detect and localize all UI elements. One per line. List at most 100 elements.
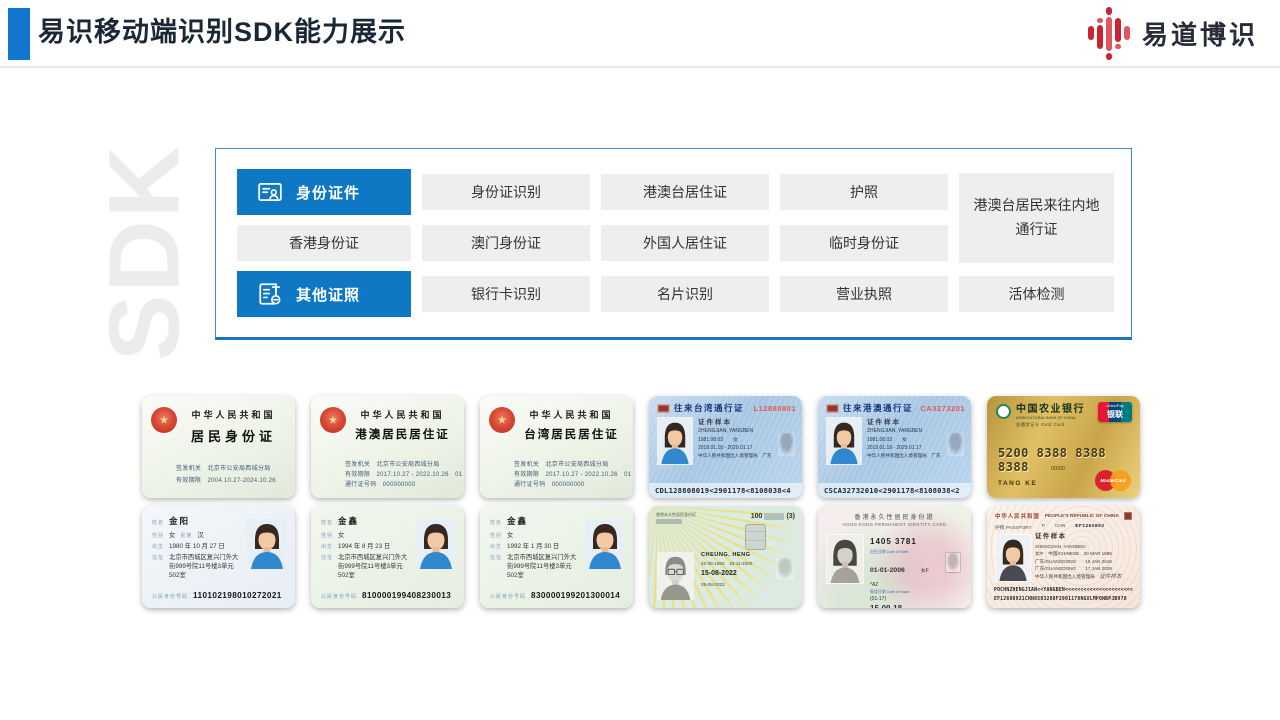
capability-button-temporary-id[interactable]: 临时身份证: [780, 225, 948, 261]
category-button-id-documents[interactable]: 身份证件: [237, 169, 411, 215]
header: 易识移动端识别SDK能力展示 易道博识: [0, 0, 1280, 68]
card-prc-id-back: 姓名金阳 性别女民族汉 出生1980 年 10 月 27 日 住址北京市西城区复…: [142, 506, 295, 608]
permit-logo-icon: [826, 404, 839, 413]
capability-button-foreigner-residence[interactable]: 外国人居住证: [601, 225, 769, 261]
portrait-photo: [657, 417, 693, 465]
card-taiwan-travel-permit: 往来台湾通行证 L12880801 证件样本 ZHENGJIAN, YANGBE…: [649, 396, 802, 498]
card-title: 居民身份证: [178, 426, 289, 445]
brand-logo: 易道博识: [1088, 0, 1258, 66]
passport-band-icon: [1124, 512, 1132, 520]
capability-button-idcard-ocr[interactable]: 身份证识别: [422, 174, 590, 210]
redacted-box: [764, 513, 784, 520]
permit-number: L12880801: [754, 404, 796, 413]
national-emblem-icon: [320, 407, 346, 433]
card-taiwan-residence-front: 中华人民共和国 台湾居民居住证 签发机关 北京市公安局西城分局 有效期限 201…: [480, 396, 633, 498]
passport-doc-row: 护照 PASSPORT P CHN EF1260892: [995, 524, 1132, 531]
mrz-line: CDL128808019<2901178<8108038<4: [649, 483, 802, 498]
portrait-photo: [585, 519, 625, 569]
id-fields: 姓名金阳 性别女民族汉 出生1980 年 10 月 27 日 住址北京市西城区复…: [152, 515, 244, 583]
category-label: 其他证照: [296, 284, 360, 305]
capability-button-macau-id[interactable]: 澳门身份证: [422, 225, 590, 261]
card-taiwan-residence-back: 姓名金鑫 性别女 出生1992 年 1 月 30 日 住址北京市西城区复兴门外大…: [480, 506, 633, 608]
permit-fields: 证件样本 ZHENGJIAN, YANGBEN 1981.08.03 女 201…: [698, 418, 776, 459]
portrait-photo: [826, 417, 862, 465]
bank-name: 中国农业银行: [1016, 404, 1085, 415]
card-hk-new-id: 香港永久性居民身份证 100 (3) CHEUNG, HENG 22-05-19…: [649, 506, 802, 608]
capability-button-hmt-residence-permit[interactable]: 港澳台居住证: [601, 174, 769, 210]
redacted-bar: [656, 519, 682, 524]
capability-button-business-card-ocr[interactable]: 名片识别: [601, 276, 769, 312]
capability-button-hk-id[interactable]: 香港身份证: [237, 225, 411, 261]
mrz-line: CSCA32732010<2901178<8108038<2: [818, 483, 971, 498]
passport-fields: 证件样本 ZHENGJIAN, YANGBEN 女/F 中国/CHINESE 2…: [1035, 532, 1121, 582]
card-country: 中华人民共和国: [178, 408, 289, 421]
capability-button-passport[interactable]: 护照: [780, 174, 948, 210]
permit-number: CA3273201: [920, 404, 965, 413]
cards-row-1: 中华人民共和国 居民身份证 签发机关 北京市公安局西城分局 有效期限 2004.…: [142, 396, 1142, 498]
abc-bank-logo-icon: [996, 404, 1011, 419]
portrait-photo: [995, 534, 1031, 582]
card-title: 港澳居民居住证: [347, 426, 458, 442]
card-prc-passport: 中华人民共和国 PEOPLE'S REPUBLIC OF CHINA 护照 PA…: [987, 506, 1140, 608]
id-fields: 姓名金鑫 性别女 出生1994 年 8 月 23 日 住址北京市西城区复兴门外大…: [321, 515, 413, 583]
smartcard-chip-icon: [745, 524, 766, 550]
card-abc-gold-bank-card: 中国农业银行 AGRICULTURAL BANK OF CHINA 金穗贷记卡 …: [987, 396, 1140, 498]
portrait-photo: [826, 534, 864, 584]
hk-old-id-fields: 1405 3781 出生日期 Date of Birth 01-01-2006 …: [870, 536, 929, 608]
national-emblem-icon: [151, 407, 177, 433]
permit-logo-icon: [657, 404, 670, 413]
ghost-photo: [945, 552, 961, 573]
valid-thru: 00/00: [1051, 466, 1065, 472]
id-number-row: 公民身份号码 830000199201300014: [490, 591, 620, 600]
national-emblem-icon: [489, 407, 515, 433]
title-accent-square: [8, 8, 30, 60]
capability-button-bankcard-ocr[interactable]: 银行卡识别: [422, 276, 590, 312]
certificates-icon: [257, 281, 283, 307]
id-number-row: 公民身份号码 110102198010272021: [152, 591, 282, 600]
card-country: 中华人民共和国: [347, 408, 458, 421]
cards-row-2: 姓名金阳 性别女民族汉 出生1980 年 10 月 27 日 住址北京市西城区复…: [142, 506, 1142, 608]
card-prc-id-front: 中华人民共和国 居民身份证 签发机关 北京市公安局西城分局 有效期限 2004.…: [142, 396, 295, 498]
card-product: 金穗贷记卡 Gold Card: [1016, 422, 1085, 428]
sdk-watermark: SDK: [88, 138, 203, 368]
card-hk-macau-travel-permit: 往来港澳通行证 CA3273201 证件样本 ZHENGJIAN, YANGBE…: [818, 396, 971, 498]
category-label: 身份证件: [296, 182, 360, 203]
ghost-photo: [776, 558, 794, 580]
id-card-icon: [257, 179, 283, 205]
permit-title: 往来台湾通行证: [674, 402, 744, 414]
ghost-photo: [947, 433, 964, 456]
mastercard-logo-icon: MasterCard: [1095, 470, 1131, 491]
hk-id-title: 香港永久性居民身份证: [656, 512, 696, 524]
unionpay-logo-icon: UnionPay 银联: [1098, 402, 1132, 422]
ghost-photo: [778, 433, 795, 456]
id-fields: 姓名金鑫 性别女 出生1992 年 1 月 30 日 住址北京市西城区复兴门外大…: [490, 515, 582, 583]
hk-old-id-header: 香港永久性居民身份證 HONG KONG PERMANENT IDENTITY …: [818, 512, 971, 527]
permit-fields: 证件样本 ZHENGJIAN, YANGBEN 1981.08.03 女 201…: [867, 418, 945, 459]
portrait-photo: [416, 519, 456, 569]
id-number-row: 公民身份号码 810000199408230013: [321, 591, 451, 600]
portrait-photo: [657, 552, 694, 600]
brand-name: 易道博识: [1142, 15, 1258, 52]
portrait-photo: [247, 519, 287, 569]
capability-button-liveness-detection[interactable]: 活体检测: [959, 276, 1114, 312]
card-holder: TANG KE: [998, 480, 1037, 487]
card-title: 台湾居民居住证: [516, 426, 627, 442]
category-button-other-certificates[interactable]: 其他证照: [237, 271, 411, 317]
bank-name-en: AGRICULTURAL BANK OF CHINA: [1016, 416, 1085, 420]
capability-grid: 身份证件 身份证识别 港澳台居住证 护照 港澳台居民来往内地通行证 香港身份证 …: [237, 169, 1114, 317]
permit-header: 往来港澳通行证 CA3273201: [826, 402, 965, 414]
card-country: 中华人民共和国: [516, 408, 627, 421]
capability-panel: 身份证件 身份证识别 港澳台居住证 护照 港澳台居民来往内地通行证 香港身份证 …: [215, 148, 1132, 340]
bank-header: 中国农业银行 AGRICULTURAL BANK OF CHINA 金穗贷记卡 …: [996, 404, 1085, 428]
capability-button-business-license[interactable]: 营业执照: [780, 276, 948, 312]
card-info-lines: 签发机关 北京市公安局西城分局 有效期限 2004.10.27-2024.10.…: [176, 464, 276, 487]
card-hk-residence-back: 姓名金鑫 性别女 出生1994 年 8 月 23 日 住址北京市西城区复兴门外大…: [311, 506, 464, 608]
permit-title: 往来港澳通行证: [843, 402, 913, 414]
card-hk-macau-residence-front: 中华人民共和国 港澳居民居住证 签发机关 北京市公安局西城分局 有效期限 201…: [311, 396, 464, 498]
capability-button-hmt-mainland-travel-permit[interactable]: 港澳台居民来往内地通行证: [959, 173, 1114, 263]
page-title: 易识移动端识别SDK能力展示: [38, 0, 406, 66]
card-info-lines: 签发机关 北京市公安局西城分局 有效期限 2017.10.27 - 2022.1…: [345, 461, 462, 491]
slide: 易识移动端识别SDK能力展示 易道博识 SDK 身份证件 身份证识别 港澳台居住: [0, 0, 1280, 720]
sample-cards-gallery: 中华人民共和国 居民身份证 签发机关 北京市公安局西城分局 有效期限 2004.…: [142, 396, 1142, 616]
hk-id-number: 100 (3): [751, 513, 795, 520]
